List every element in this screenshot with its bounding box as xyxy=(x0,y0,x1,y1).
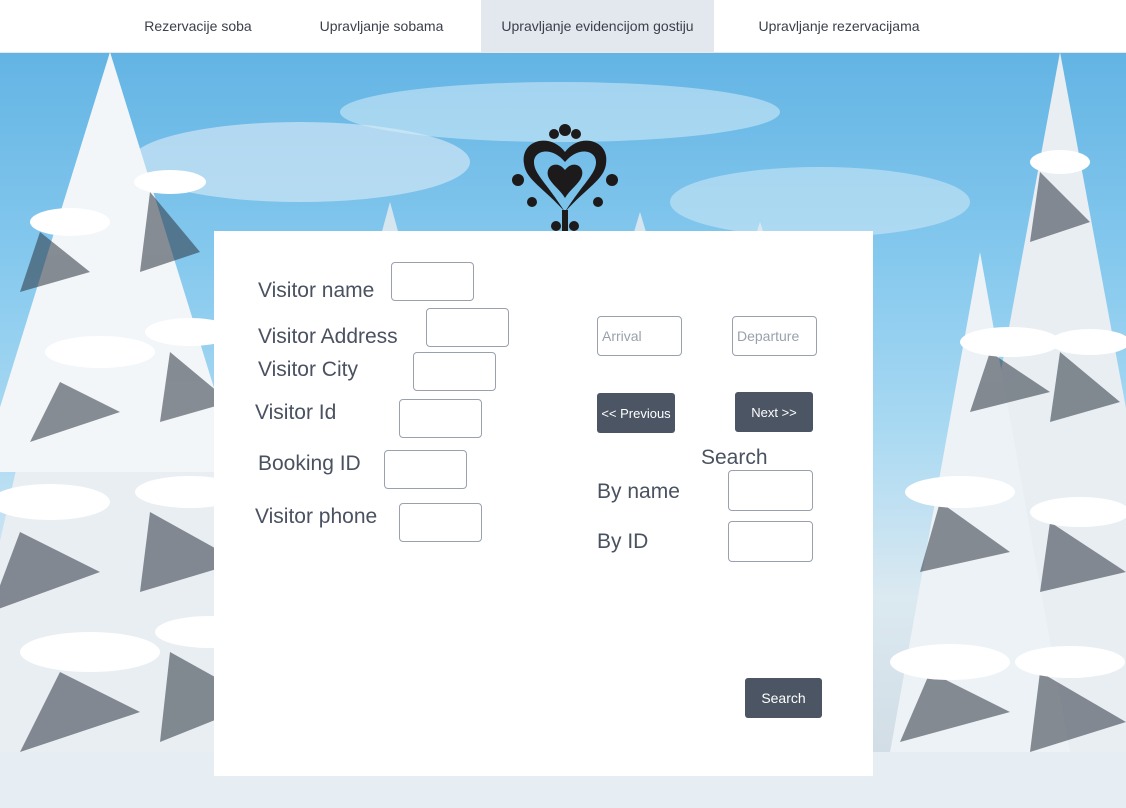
visitor-phone-label: Visitor phone xyxy=(255,505,378,528)
visitor-form-panel: Visitor name Visitor Address Visitor Cit… xyxy=(214,231,873,776)
visitor-name-input[interactable] xyxy=(391,262,474,301)
visitor-address-label: Visitor Address xyxy=(258,325,398,348)
visitor-city-input[interactable] xyxy=(413,352,496,391)
search-button[interactable]: Search xyxy=(745,678,822,718)
search-by-name-input[interactable] xyxy=(728,470,813,511)
visitor-id-input[interactable] xyxy=(399,399,482,438)
top-nav: Rezervacije soba Upravljanje sobama Upra… xyxy=(0,0,1126,53)
search-by-name-label: By name xyxy=(597,480,680,503)
booking-id-label: Booking ID xyxy=(258,452,361,475)
arrival-input[interactable] xyxy=(597,316,682,356)
departure-input[interactable] xyxy=(732,316,817,356)
nav-item-upravljanje-sobama[interactable]: Upravljanje sobama xyxy=(300,0,463,52)
visitor-address-input[interactable] xyxy=(426,308,509,347)
nav-item-upravljanje-rezervacijama[interactable]: Upravljanje rezervacijama xyxy=(738,0,940,52)
next-button[interactable]: Next >> xyxy=(735,392,813,432)
nav-item-rezervacije-soba[interactable]: Rezervacije soba xyxy=(128,0,268,52)
nav-item-upravljanje-evidencijom-gostiju[interactable]: Upravljanje evidencijom gostiju xyxy=(481,0,714,52)
search-by-id-label: By ID xyxy=(597,530,649,553)
visitor-id-label: Visitor Id xyxy=(255,401,337,424)
booking-id-input[interactable] xyxy=(384,450,467,489)
previous-button[interactable]: << Previous xyxy=(597,393,675,433)
search-heading: Search xyxy=(701,446,768,469)
visitor-city-label: Visitor City xyxy=(258,358,358,381)
visitor-name-label: Visitor name xyxy=(258,279,375,302)
ornamental-heart-logo-icon xyxy=(510,122,620,237)
visitor-phone-input[interactable] xyxy=(399,503,482,542)
search-by-id-input[interactable] xyxy=(728,521,813,562)
